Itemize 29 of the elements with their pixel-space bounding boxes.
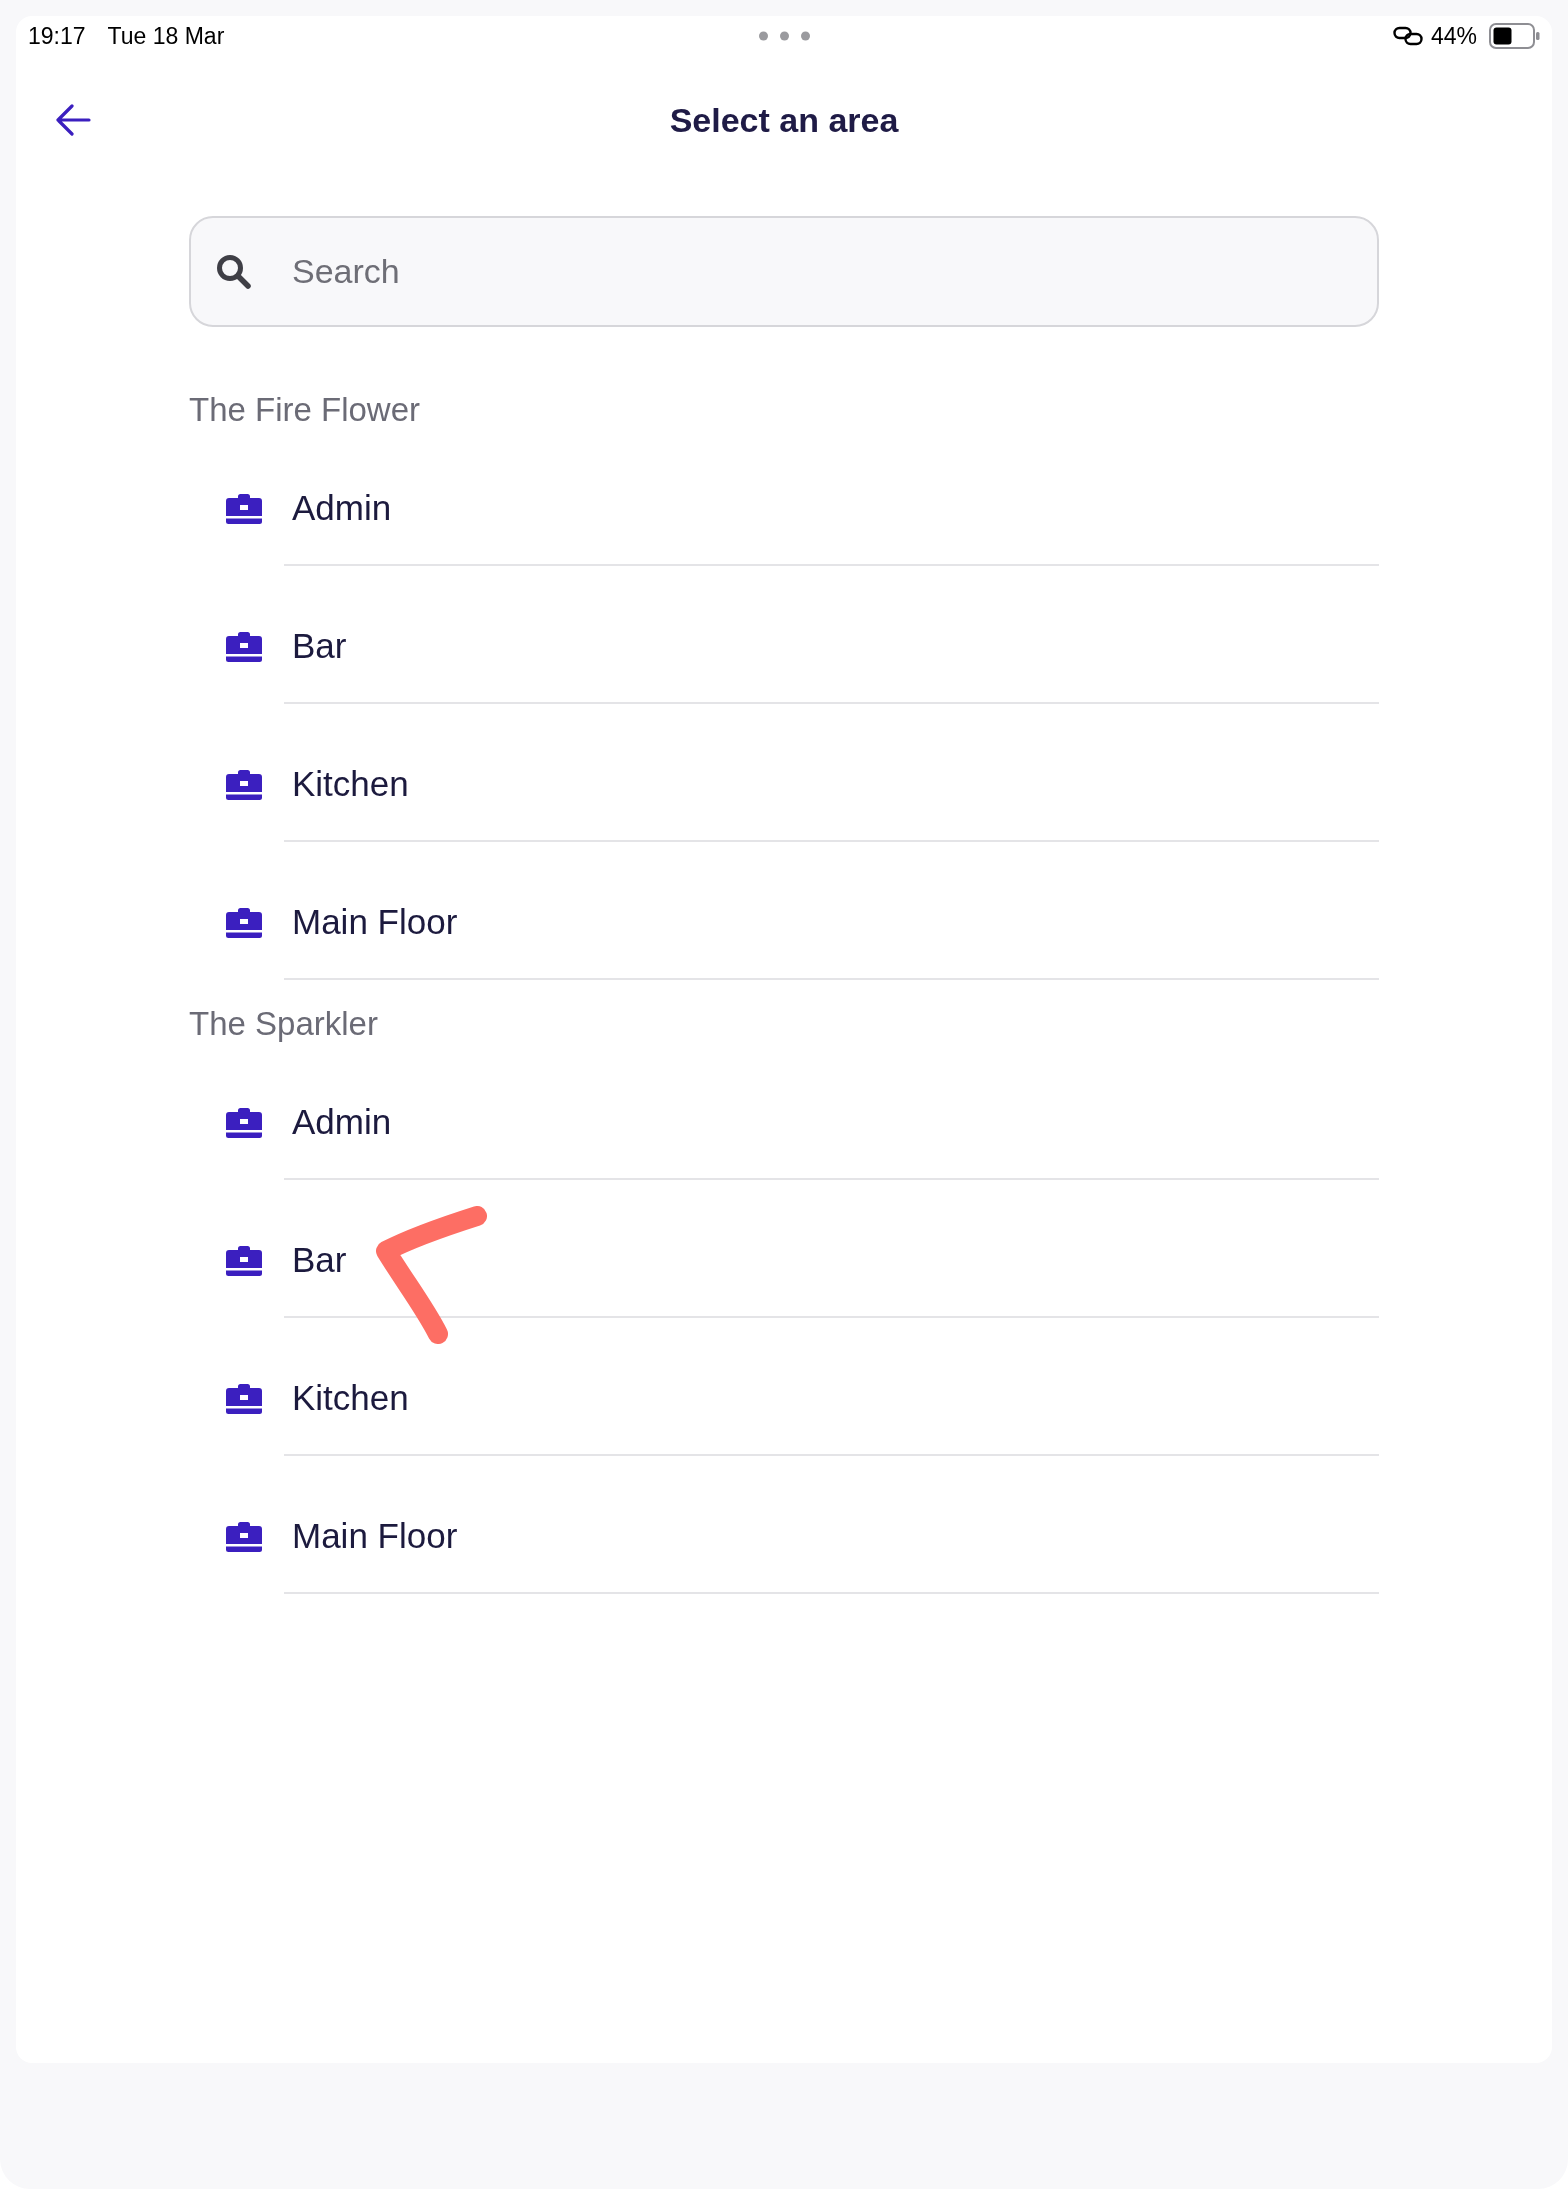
- status-time: 19:17: [28, 21, 86, 51]
- area-list-item[interactable]: Admin: [189, 1042, 1379, 1180]
- area-list-item[interactable]: Bar: [189, 566, 1379, 704]
- page-title: Select an area: [669, 99, 899, 141]
- multitasking-dots-icon[interactable]: [758, 31, 810, 41]
- briefcase-icon: [226, 1246, 262, 1276]
- briefcase-icon: [226, 1108, 262, 1138]
- battery-icon: [1489, 23, 1540, 49]
- briefcase-icon: [226, 908, 262, 938]
- search-icon: [216, 254, 251, 289]
- area-list-item[interactable]: Kitchen: [189, 1318, 1379, 1456]
- battery-percent: 44%: [1430, 21, 1477, 51]
- section-heading: The Sparkler: [189, 1006, 378, 1042]
- back-button[interactable]: [55, 104, 91, 136]
- briefcase-icon: [226, 770, 262, 800]
- briefcase-icon: [226, 632, 262, 662]
- area-list-item[interactable]: Kitchen: [189, 704, 1379, 842]
- area-list-item[interactable]: Main Floor: [189, 1456, 1379, 1594]
- status-date: Tue 18 Mar: [107, 21, 225, 51]
- arrow-left-icon: [55, 104, 91, 136]
- briefcase-icon: [226, 494, 262, 524]
- briefcase-icon: [226, 1384, 262, 1414]
- briefcase-icon: [226, 1522, 262, 1552]
- area-list-item[interactable]: Main Floor: [189, 842, 1379, 980]
- area-list-item[interactable]: Admin: [189, 428, 1379, 566]
- section-heading: The Fire Flower: [189, 392, 421, 428]
- search-field[interactable]: Search: [189, 216, 1379, 327]
- link-icon: [1392, 26, 1423, 46]
- area-list-item[interactable]: Bar: [189, 1180, 1379, 1318]
